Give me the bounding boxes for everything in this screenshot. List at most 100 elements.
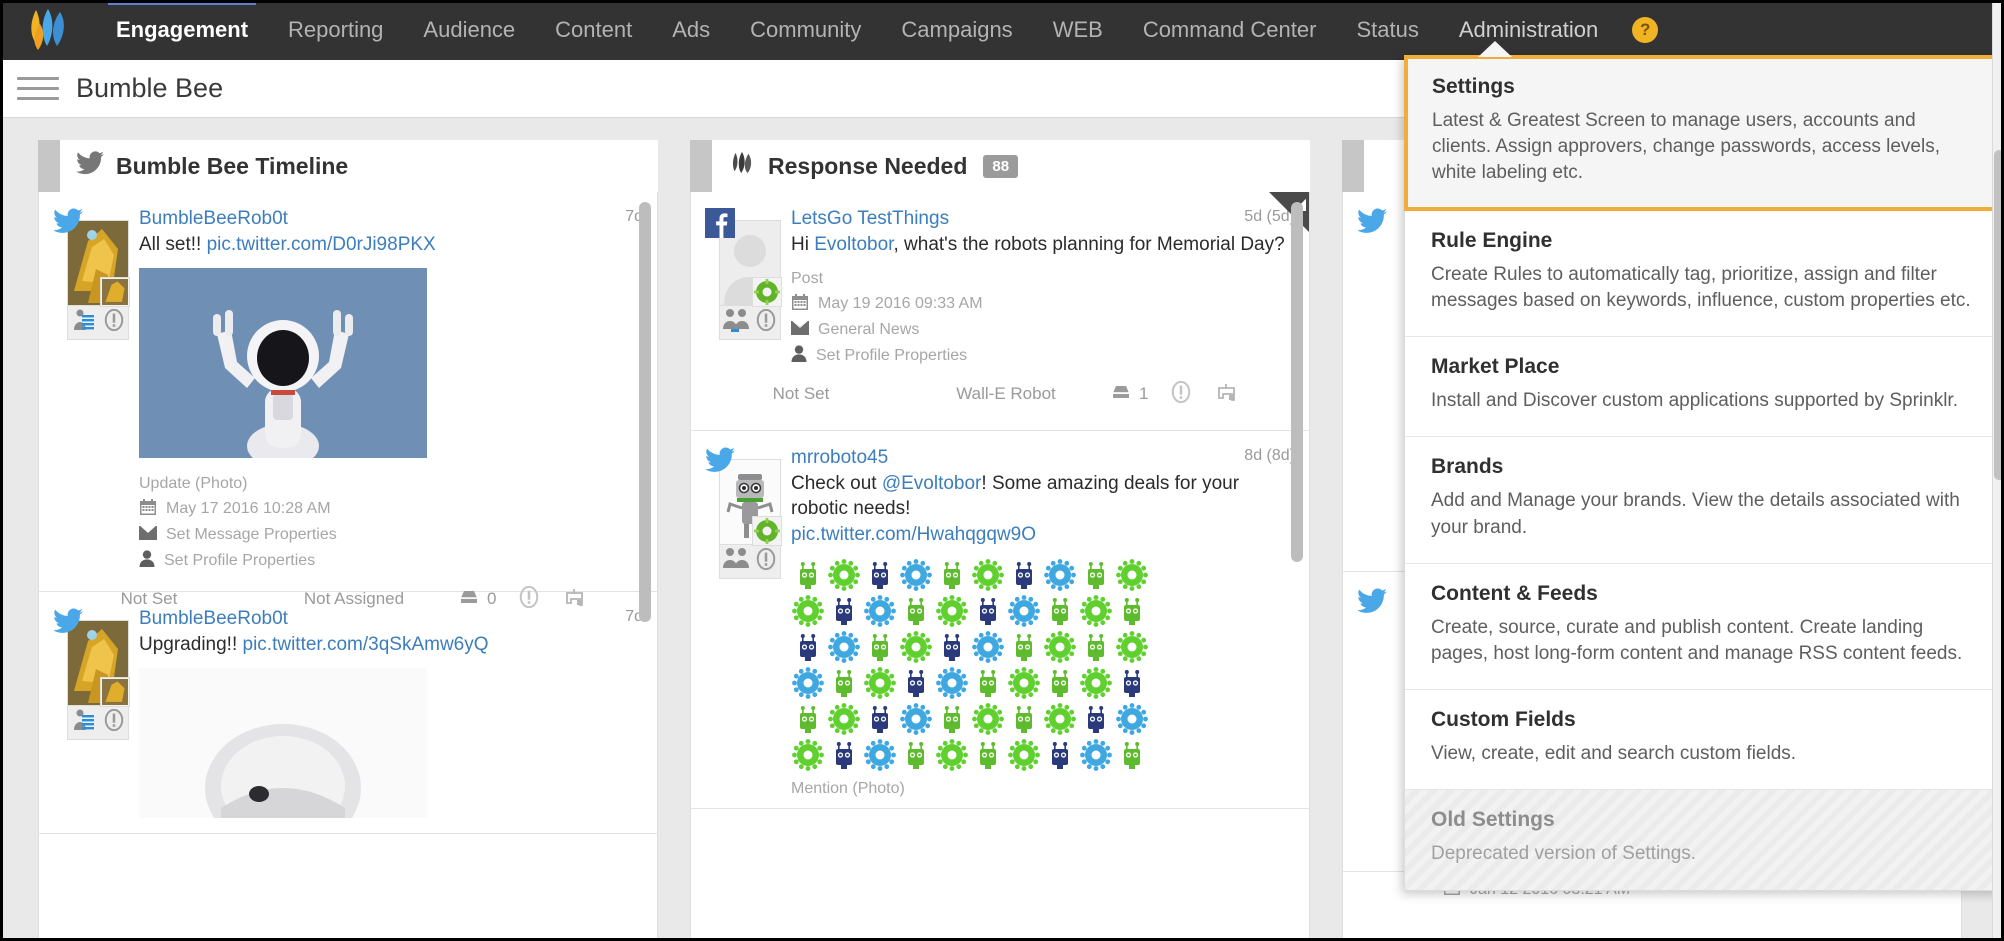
alert-icon[interactable] [103,309,125,336]
nav-item-status[interactable]: Status [1336,0,1438,60]
two-persons-icon[interactable] [723,547,749,576]
pattern-cell [899,666,933,700]
post-text-body: All set!! [139,234,207,255]
post-media-robot-gear-pattern[interactable] [791,558,1295,772]
dropdown-item-title: Rule Engine [1431,229,1978,253]
nav-item-administration[interactable]: Administration [1439,0,1618,60]
nav-item-audience[interactable]: Audience [403,0,535,60]
post-author[interactable]: LetsGo TestThings [791,208,1244,230]
nav-item-content[interactable]: Content [535,0,652,60]
pattern-cell [1079,558,1113,592]
profile-properties-label[interactable]: Set Profile Properties [164,552,315,570]
post-header: LetsGo TestThings 5d (5d) [791,208,1295,230]
post-author[interactable]: BumbleBeeRob0t [139,608,625,630]
twitter-icon [1357,208,1387,238]
message-properties-label[interactable]: Set Message Properties [166,526,337,544]
post-header: mrroboto45 8d (8d) [791,447,1295,469]
column-title-wrap: Bumble Bee Timeline [76,151,348,181]
post-card[interactable]: ◢ [691,192,1309,431]
nav-item-engagement[interactable]: Engagement [96,0,268,60]
column-scrollbar[interactable] [639,202,651,622]
nav-item-reporting[interactable]: Reporting [268,0,403,60]
dropdown-item-brands[interactable]: BrandsAdd and Manage your brands. View t… [1405,437,2004,563]
profile-bars-icon[interactable] [72,308,96,337]
post-card[interactable]: BumbleBeeRob0t 7d All set!! pic.twitter.… [39,192,657,592]
page-scrollbar[interactable] [1992,0,2004,941]
post-author[interactable]: BumbleBeeRob0t [139,208,625,230]
post-date: May 17 2016 10:28 AM [166,500,331,518]
message-properties-label[interactable]: General News [818,321,919,339]
nav-item-community[interactable]: Community [730,0,881,60]
post-header: BumbleBeeRob0t 7d [139,608,643,630]
dropdown-item-description: Create, source, curate and publish conte… [1431,615,1978,667]
post-media-astronaut-photo[interactable] [139,268,643,463]
post-left-icons[interactable] [719,306,781,340]
twitter-icon [53,608,83,638]
profile-properties-line[interactable]: Set Profile Properties [139,550,643,572]
nav-item-ads[interactable]: Ads [652,0,730,60]
dropdown-item-content-feeds[interactable]: Content & Feeds Create, source, curate an… [1405,564,2004,690]
post-date-line: May 17 2016 10:28 AM [139,498,643,521]
post-assignee[interactable]: Wall-E Robot [901,384,1111,404]
alert-icon[interactable] [1170,381,1192,408]
dropdown-item-rule-engine[interactable]: Rule EngineCreate Rules to automatically… [1405,211,2004,337]
gear-icon [752,516,782,546]
post-left-icons[interactable] [67,306,129,340]
dropdown-item-custom-fields[interactable]: Custom FieldsView, create, edit and sear… [1405,690,2004,790]
pattern-cell [863,738,897,772]
alert-icon[interactable] [755,309,777,336]
hamburger-menu-icon[interactable] [0,77,76,100]
post-link[interactable]: pic.twitter.com/Hwahqgqw9O [791,524,1036,545]
message-properties-line[interactable]: General News [791,321,1295,340]
profile-properties-label[interactable]: Set Profile Properties [816,347,967,365]
gear-icon [752,277,782,307]
alert-icon[interactable] [103,709,125,736]
column-header[interactable]: Bumble Bee Timeline [38,140,658,192]
nav-item-campaigns[interactable]: Campaigns [881,0,1032,60]
pattern-cell [863,630,897,664]
column-scrollbar[interactable] [1291,202,1303,562]
column-header[interactable]: Response Needed 88 [690,140,1310,192]
post-link[interactable]: pic.twitter.com/3qSkAmw6yQ [243,634,489,655]
post-avatar-area [705,208,783,430]
dropdown-item-title: Old Settings [1431,808,1978,832]
dropdown-item-description: Install and Discover custom applications… [1431,388,1978,414]
dropdown-item-settings[interactable]: Settings Latest & Greatest Screen to mana… [1404,55,2004,211]
nav-item-command-center[interactable]: Command Center [1123,0,1337,60]
envelope-icon [139,526,157,545]
post-meta: Mention (Photo) [791,780,1295,798]
post-media-robot-head-photo[interactable] [139,668,643,823]
pattern-cell [1043,702,1077,736]
page-scrollbar-thumb[interactable] [1994,150,2004,480]
post-link[interactable]: pic.twitter.com/D0rJi98PKX [207,234,436,255]
post-card[interactable]: BumbleBeeRob0t 7d Upgrading!! pic.twitte… [39,592,657,834]
post-comment-count[interactable]: 1 [1111,384,1148,405]
message-properties-line[interactable]: Set Message Properties [139,526,643,545]
post-content: BumbleBeeRob0t 7d All set!! pic.twitter.… [131,208,643,591]
pattern-cell [899,630,933,664]
alert-icon[interactable] [755,548,777,575]
dropdown-item-description: Latest & Greatest Screen to manage users… [1432,108,1976,187]
nav-item-web[interactable]: WEB [1033,0,1123,60]
pattern-cell [1079,738,1113,772]
dropdown-item-market-place[interactable]: Market PlaceInstall and Discover custom … [1405,337,2004,437]
post-card[interactable]: mrroboto45 8d (8d) Check out @Evoltobor!… [691,431,1309,809]
post-mention[interactable]: Evoltobor [814,234,893,255]
post-left-icons[interactable] [719,545,781,579]
pattern-cell [791,558,825,592]
post-type: Mention (Photo) [791,780,1295,798]
dropdown-item-title: Settings [1432,75,1976,99]
profile-properties-line[interactable]: Set Profile Properties [791,345,1295,367]
pattern-cell [971,594,1005,628]
dropdown-item-title: Content & Feeds [1431,582,1978,606]
reply-icon[interactable] [1214,382,1236,407]
post-mention[interactable]: @Evoltobor [882,473,982,494]
pattern-cell [1115,558,1149,592]
pattern-cell [827,594,861,628]
profile-bars-icon[interactable] [72,708,96,737]
post-left-icons[interactable] [67,706,129,740]
sprinklr-logo-icon[interactable] [0,0,96,60]
two-persons-icon[interactable] [723,308,749,337]
help-icon[interactable]: ? [1632,17,1658,43]
post-author[interactable]: mrroboto45 [791,447,1244,469]
